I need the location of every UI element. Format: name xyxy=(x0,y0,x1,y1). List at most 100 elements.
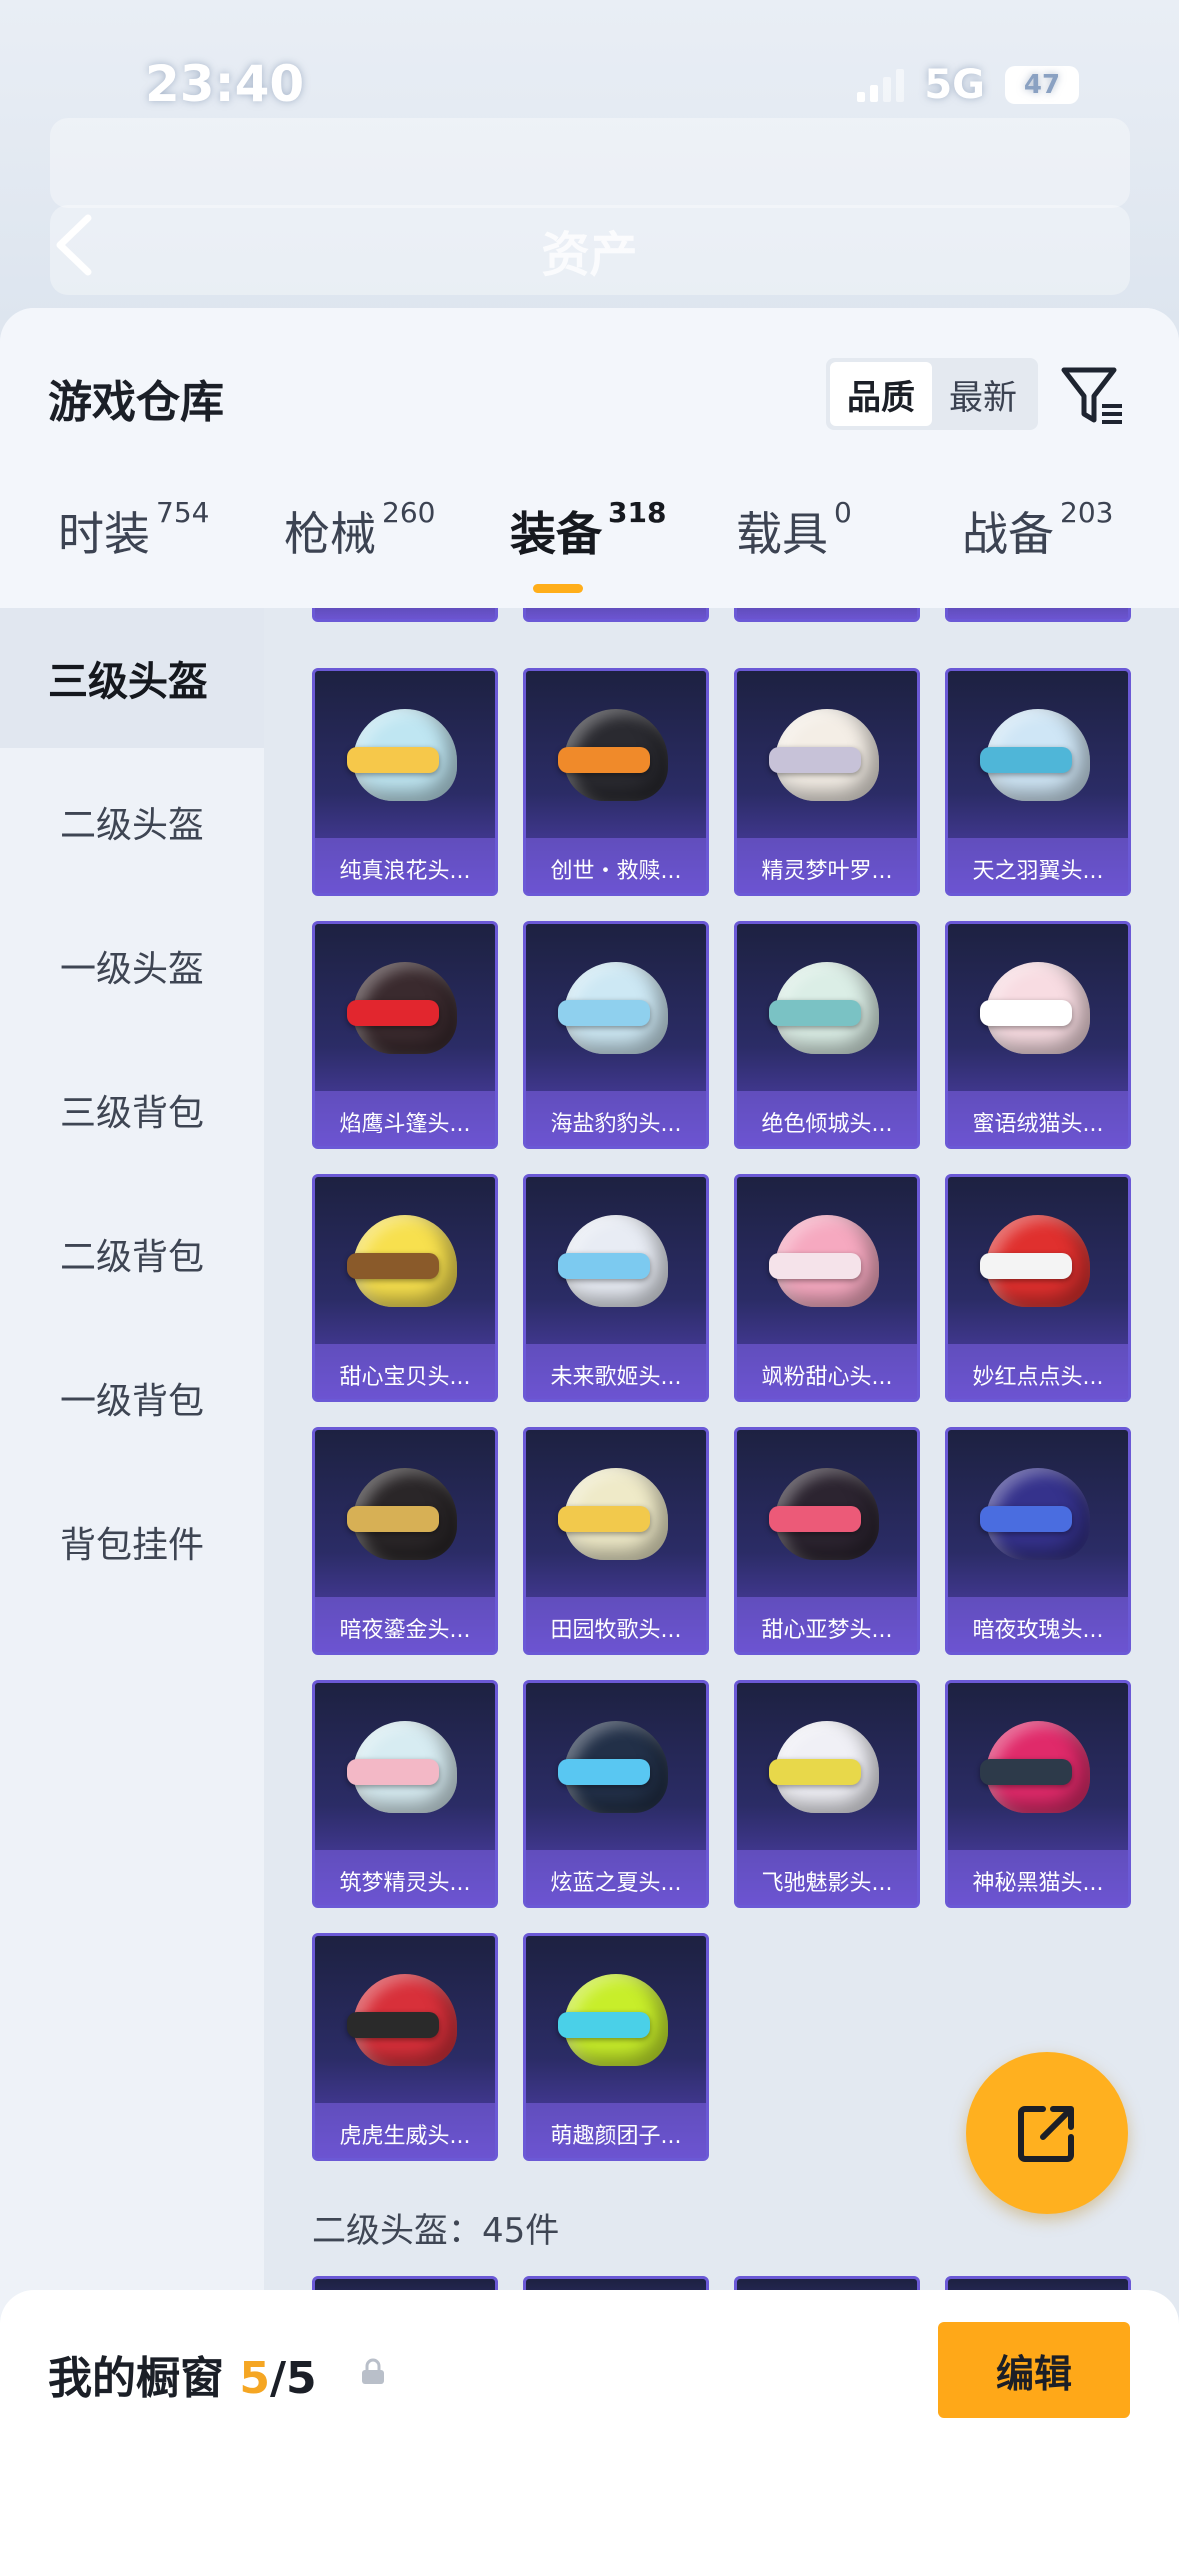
item-card[interactable]: 暗夜玫瑰头... xyxy=(945,1427,1131,1655)
item-card[interactable]: 筑梦精灵头... xyxy=(312,1680,498,1908)
edit-button[interactable]: 编辑 xyxy=(938,2322,1130,2418)
sort-latest-button[interactable]: 最新 xyxy=(932,362,1034,426)
item-name: 绝色倾城头... xyxy=(761,1112,893,1137)
sidebar-item-level3-backpack[interactable]: 三级背包 xyxy=(0,1040,264,1180)
item-name: 暗夜鎏金头... xyxy=(339,1618,471,1643)
sidebar-item-level2-helmet[interactable]: 二级头盔 xyxy=(0,752,264,892)
partial-item-card[interactable] xyxy=(945,608,1131,622)
back-arrow-icon[interactable] xyxy=(48,210,98,280)
status-indicators: 5G 47 xyxy=(857,62,1079,108)
sidebar-item-level1-backpack[interactable]: 一级背包 xyxy=(0,1328,264,1468)
item-name: 蜜语绒猫头... xyxy=(972,1112,1104,1137)
helmet-icon xyxy=(347,1207,463,1315)
signal-icon xyxy=(857,68,905,102)
helmet-icon xyxy=(980,701,1096,809)
helmet-icon xyxy=(980,954,1096,1062)
item-card[interactable]: 萌趣颜团子... xyxy=(523,1933,709,2161)
helmet-icon xyxy=(558,1460,674,1568)
item-card[interactable]: 神秘黑猫头... xyxy=(945,1680,1131,1908)
showcase-current-count: 5 xyxy=(239,2353,270,2404)
sort-quality-button[interactable]: 品质 xyxy=(830,362,932,426)
item-name: 筑梦精灵头... xyxy=(339,1871,471,1896)
item-card[interactable]: 海盐豹豹头... xyxy=(523,921,709,1149)
item-card[interactable]: 炫蓝之夏头... xyxy=(523,1680,709,1908)
item-grid: 纯真浪花头... 创世・救赎... 精灵梦叶罗... 天之羽翼头... 焰鹰斗篷头...… xyxy=(264,608,1179,2556)
item-card[interactable]: 飒粉甜心头... xyxy=(734,1174,920,1402)
item-card[interactable]: 妙红点点头... xyxy=(945,1174,1131,1402)
item-name: 甜心宝贝头... xyxy=(339,1365,471,1390)
helmet-icon xyxy=(347,1713,463,1821)
partial-item-card[interactable] xyxy=(312,608,498,622)
helmet-icon xyxy=(347,1966,463,2074)
helmet-icon xyxy=(558,1966,674,2074)
item-card[interactable]: 飞驰魅影头... xyxy=(734,1680,920,1908)
item-name: 焰鹰斗篷头... xyxy=(339,1112,471,1137)
item-card[interactable]: 天之羽翼头... xyxy=(945,668,1131,896)
helmet-icon xyxy=(769,701,885,809)
tab-vehicles[interactable]: 载具 0 xyxy=(736,496,852,564)
item-card[interactable]: 创世・救赎... xyxy=(523,668,709,896)
blurred-stats-row xyxy=(50,118,1130,208)
item-card[interactable]: 绝色倾城头... xyxy=(734,921,920,1149)
item-card[interactable]: 蜜语绒猫头... xyxy=(945,921,1131,1149)
helmet-icon xyxy=(980,1460,1096,1568)
item-name: 海盐豹豹头... xyxy=(550,1112,682,1137)
network-label: 5G xyxy=(924,62,985,108)
tab-label: 装备 xyxy=(510,507,602,561)
tab-count: 260 xyxy=(382,496,436,529)
tab-label: 载具 xyxy=(736,507,828,561)
item-name: 神秘黑猫头... xyxy=(972,1871,1104,1896)
item-name: 虎虎生威头... xyxy=(339,2124,471,2149)
item-name: 萌趣颜团子... xyxy=(550,2124,682,2149)
item-card[interactable]: 甜心宝贝头... xyxy=(312,1174,498,1402)
item-card[interactable]: 未来歌姬头... xyxy=(523,1174,709,1402)
helmet-icon xyxy=(347,954,463,1062)
helmet-icon xyxy=(558,1207,674,1315)
item-name: 飒粉甜心头... xyxy=(761,1365,893,1390)
partial-item-card[interactable] xyxy=(734,608,920,622)
item-name: 暗夜玫瑰头... xyxy=(972,1618,1104,1643)
item-card[interactable]: 焰鹰斗篷头... xyxy=(312,921,498,1149)
item-name: 天之羽翼头... xyxy=(972,859,1104,884)
sidebar-item-level3-helmet[interactable]: 三级头盔 xyxy=(0,608,264,748)
item-card[interactable]: 虎虎生威头... xyxy=(312,1933,498,2161)
active-tab-indicator xyxy=(533,584,583,593)
warehouse-sheet: 游戏仓库 品质 最新 时装 754 枪械 260 装备 318 载具 0 战备 203 三… xyxy=(0,308,1179,2556)
helmet-icon xyxy=(980,1713,1096,1821)
showcase-total-count: /5 xyxy=(269,2353,317,2404)
partial-item-card[interactable] xyxy=(523,608,709,622)
item-name: 炫蓝之夏头... xyxy=(550,1871,682,1896)
tab-count: 203 xyxy=(1060,496,1114,529)
item-card[interactable]: 田园牧歌头... xyxy=(523,1427,709,1655)
tab-fashion[interactable]: 时装 754 xyxy=(58,496,210,564)
helmet-icon xyxy=(769,1713,885,1821)
item-name: 田园牧歌头... xyxy=(550,1618,682,1643)
category-sidebar: 三级头盔 二级头盔 一级头盔 三级背包 二级背包 一级背包 背包挂件 xyxy=(0,608,264,2556)
tab-guns[interactable]: 枪械 260 xyxy=(284,496,436,564)
helmet-icon xyxy=(347,701,463,809)
item-card[interactable]: 甜心亚梦头... xyxy=(734,1427,920,1655)
tab-equipment[interactable]: 装备 318 xyxy=(510,496,666,564)
sidebar-item-level2-backpack[interactable]: 二级背包 xyxy=(0,1184,264,1324)
item-card[interactable]: 精灵梦叶罗... xyxy=(734,668,920,896)
item-name: 纯真浪花头... xyxy=(339,859,471,884)
helmet-icon xyxy=(347,1460,463,1568)
item-name: 创世・救赎... xyxy=(550,859,682,884)
item-name: 甜心亚梦头... xyxy=(761,1618,893,1643)
item-card[interactable]: 纯真浪花头... xyxy=(312,668,498,896)
share-button[interactable] xyxy=(966,2052,1128,2214)
sidebar-item-level1-helmet[interactable]: 一级头盔 xyxy=(0,896,264,1036)
sheet-title: 游戏仓库 xyxy=(48,377,224,428)
tab-count: 754 xyxy=(156,496,210,529)
filter-icon[interactable] xyxy=(1060,364,1126,430)
tab-label: 枪械 xyxy=(284,507,376,561)
category-tabs: 时装 754 枪械 260 装备 318 载具 0 战备 203 xyxy=(0,496,1179,598)
sidebar-item-backpack-charm[interactable]: 背包挂件 xyxy=(0,1472,264,1612)
showcase-label: 我的橱窗 xyxy=(48,2353,224,2404)
item-card[interactable]: 暗夜鎏金头... xyxy=(312,1427,498,1655)
tab-supplies[interactable]: 战备 203 xyxy=(962,496,1114,564)
status-time: 23:40 xyxy=(145,55,305,113)
item-name: 飞驰魅影头... xyxy=(761,1871,893,1896)
lock-icon xyxy=(362,2358,384,2384)
tab-label: 时装 xyxy=(58,507,150,561)
